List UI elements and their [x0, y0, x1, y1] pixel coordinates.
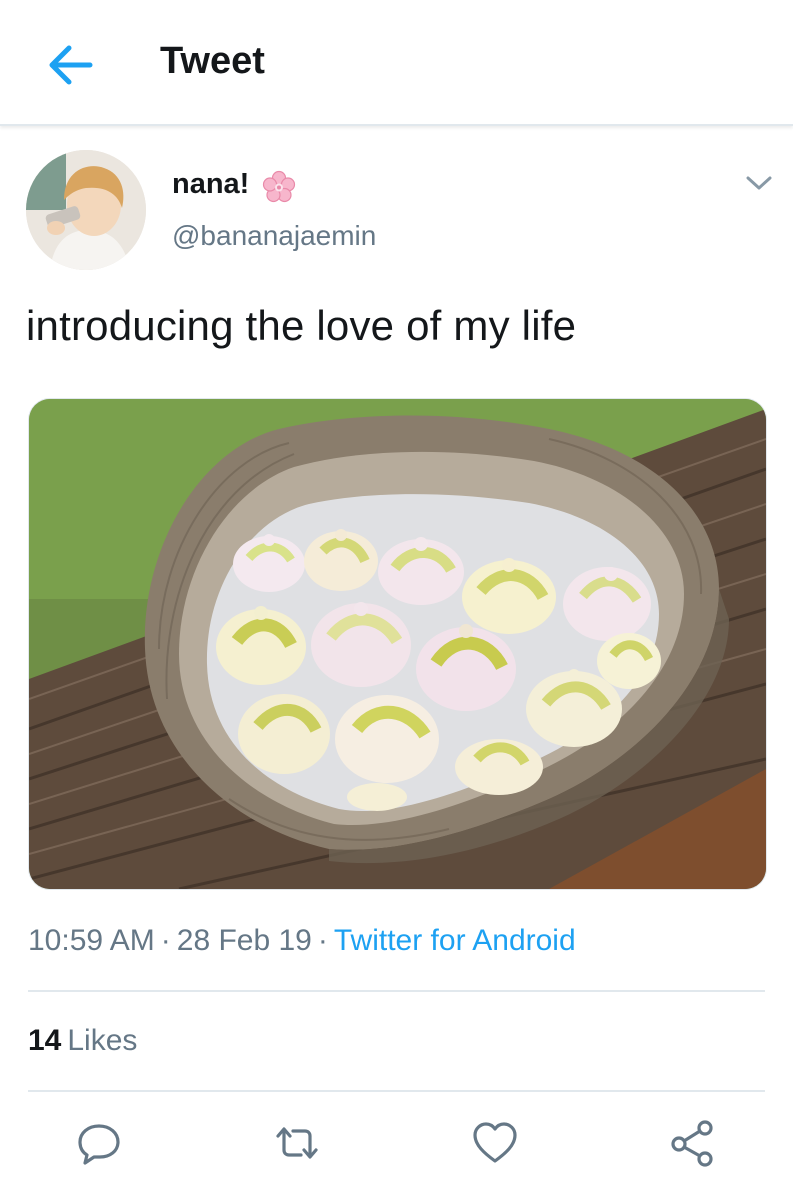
back-button[interactable] [40, 36, 100, 96]
chevron-down-icon [746, 176, 772, 190]
arrow-left-icon [49, 45, 93, 85]
like-button[interactable] [470, 1118, 520, 1168]
share-button[interactable] [668, 1118, 718, 1168]
cherry-blossom-icon [262, 170, 296, 203]
retweet-icon [276, 1127, 318, 1159]
author-handle[interactable]: @bananajaemin [172, 220, 376, 252]
tweet-date: 28 Feb 19 [176, 924, 312, 957]
meta-separator: · [160, 924, 171, 957]
reply-button[interactable] [74, 1118, 124, 1168]
likes-count: 14 [28, 1024, 62, 1057]
tweet-meta: 10:59 AM · 28 Feb 19 · Twitter for Android [28, 924, 576, 958]
divider [28, 990, 765, 992]
meta-separator: · [317, 924, 328, 957]
tweet-options-button[interactable] [742, 170, 776, 196]
divider [28, 1090, 765, 1092]
top-bar: Tweet [0, 0, 793, 126]
reply-icon [78, 1124, 120, 1165]
avatar[interactable] [26, 150, 146, 270]
likes-label: Likes [67, 1024, 138, 1057]
tweet-source-link[interactable]: Twitter for Android [334, 924, 576, 957]
like-icon [473, 1122, 517, 1163]
page-title: Tweet [160, 40, 265, 82]
author-display-name[interactable]: nana! [172, 168, 249, 201]
tweet-time: 10:59 AM [28, 924, 155, 957]
retweet-button[interactable] [272, 1118, 322, 1168]
share-icon [671, 1120, 713, 1167]
likes-stat[interactable]: 14 Likes [28, 1024, 137, 1058]
tweet-media-image[interactable] [28, 398, 767, 890]
tweet-text: introducing the love of my life [26, 302, 577, 349]
photo-meringues-in-heart-basket [29, 399, 766, 889]
